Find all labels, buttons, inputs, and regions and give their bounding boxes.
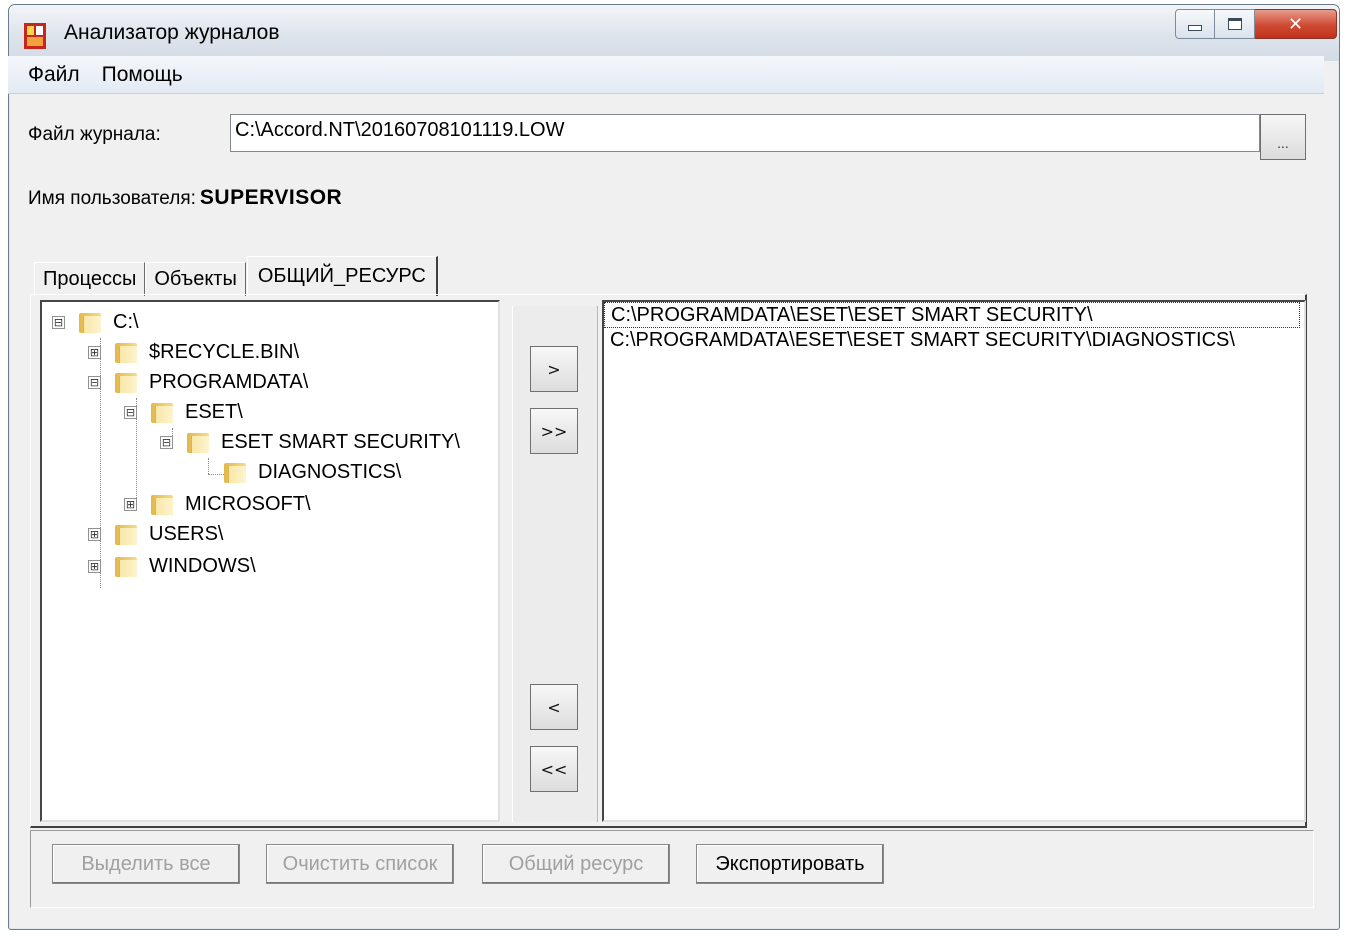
menu-file[interactable]: Файл — [8, 63, 94, 87]
tree-node-root[interactable]: ⊟ C:\ — [52, 308, 139, 336]
tree-label: DIAGNOSTICS\ — [258, 460, 402, 483]
tab-shared-resource[interactable]: ОБЩИЙ_РЕСУРС — [246, 256, 438, 296]
folder-icon — [187, 431, 211, 453]
expand-icon[interactable]: ⊞ — [88, 527, 101, 541]
tree-node-microsoft[interactable]: ⊞ MICROSOFT\ — [124, 490, 311, 518]
minimize-icon — [1188, 25, 1202, 31]
tree-node-recycle-bin[interactable]: ⊞ $RECYCLE.BIN\ — [88, 338, 299, 366]
expand-icon[interactable]: ⊞ — [88, 345, 101, 359]
user-label: Имя пользователя: — [28, 188, 196, 209]
log-file-label: Файл журнала: — [28, 124, 161, 145]
user-name: SUPERVISOR — [199, 186, 343, 209]
folder-icon — [151, 493, 175, 515]
tree-label: USERS\ — [149, 522, 224, 545]
expand-icon[interactable]: ⊞ — [88, 559, 101, 573]
list-item[interactable]: C:\PROGRAMDATA\ESET\ESET SMART SECURITY\ — [604, 302, 1300, 328]
close-icon: ✕ — [1287, 13, 1304, 35]
tree-node-eset-smart-security[interactable]: ⊟ ESET SMART SECURITY\ — [160, 428, 460, 456]
title-bar[interactable]: Анализатор журналов ✕ — [9, 5, 1339, 61]
folder-icon — [115, 555, 139, 577]
tab-objects[interactable]: Объекты — [145, 262, 246, 296]
menu-bar: Файл Помощь — [8, 56, 1324, 94]
tree-label: ESET SMART SECURITY\ — [221, 430, 460, 453]
folder-icon — [79, 311, 103, 333]
tree-label: WINDOWS\ — [149, 554, 256, 577]
log-file-path-input[interactable]: C:\Accord.NT\20160708101119.LOW — [230, 114, 1260, 152]
tree-node-programdata[interactable]: ⊟ PROGRAMDATA\ — [88, 368, 308, 396]
folder-icon — [115, 341, 139, 363]
tree-node-diagnostics[interactable]: DIAGNOSTICS\ — [210, 458, 401, 486]
app-icon — [24, 23, 46, 49]
add-selected-button[interactable]: > — [530, 346, 578, 392]
tree-label: $RECYCLE.BIN\ — [149, 340, 300, 363]
collapse-icon[interactable]: ⊟ — [52, 315, 65, 329]
shared-resource-button[interactable]: Общий ресурс — [482, 844, 670, 884]
selected-resources-list[interactable]: C:\PROGRAMDATA\ESET\ESET SMART SECURITY\… — [602, 300, 1306, 822]
close-button[interactable]: ✕ — [1255, 9, 1337, 39]
folder-icon — [151, 401, 175, 423]
browse-button[interactable]: ... — [1260, 114, 1306, 160]
maximize-icon — [1227, 18, 1242, 30]
folder-tree[interactable]: ⊟ C:\ ⊞ $RECYCLE.BIN\ ⊟ PROGRAMDATA\ ⊟ E… — [40, 300, 500, 822]
collapse-icon[interactable]: ⊟ — [88, 375, 101, 389]
tree-node-windows[interactable]: ⊞ WINDOWS\ — [88, 552, 256, 580]
tree-label: MICROSOFT\ — [185, 492, 311, 515]
folder-icon — [224, 461, 248, 483]
collapse-icon[interactable]: ⊟ — [124, 405, 137, 419]
window-controls: ✕ — [1175, 9, 1337, 39]
maximize-button[interactable] — [1215, 9, 1255, 39]
add-all-button[interactable]: >> — [530, 408, 578, 454]
tab-strip: Процессы Объекты ОБЩИЙ_РЕСУРС — [34, 256, 438, 296]
window-title: Анализатор журналов — [64, 21, 280, 44]
tree-label: PROGRAMDATA\ — [149, 370, 309, 393]
menu-help[interactable]: Помощь — [94, 63, 197, 87]
tree-label: ESET\ — [185, 400, 243, 423]
select-all-button[interactable]: Выделить все — [52, 844, 240, 884]
collapse-icon[interactable]: ⊟ — [160, 435, 173, 449]
folder-icon — [115, 523, 139, 545]
move-buttons-panel: > >> < << — [512, 306, 598, 822]
tree-label: C:\ — [113, 310, 139, 333]
tree-node-users[interactable]: ⊞ USERS\ — [88, 520, 223, 548]
remove-all-button[interactable]: << — [530, 746, 578, 792]
user-info: Имя пользователя: SUPERVISOR — [28, 186, 342, 210]
tab-processes[interactable]: Процессы — [34, 262, 146, 296]
export-button[interactable]: Экспортировать — [696, 844, 884, 884]
list-item[interactable]: C:\PROGRAMDATA\ESET\ESET SMART SECURITY\… — [604, 328, 1304, 354]
minimize-button[interactable] — [1175, 9, 1215, 39]
tree-node-eset[interactable]: ⊟ ESET\ — [124, 398, 243, 426]
folder-icon — [115, 371, 139, 393]
remove-selected-button[interactable]: < — [530, 684, 578, 730]
expand-icon[interactable]: ⊞ — [124, 497, 137, 511]
clear-list-button[interactable]: Очистить список — [266, 844, 454, 884]
tree-line — [208, 458, 209, 474]
